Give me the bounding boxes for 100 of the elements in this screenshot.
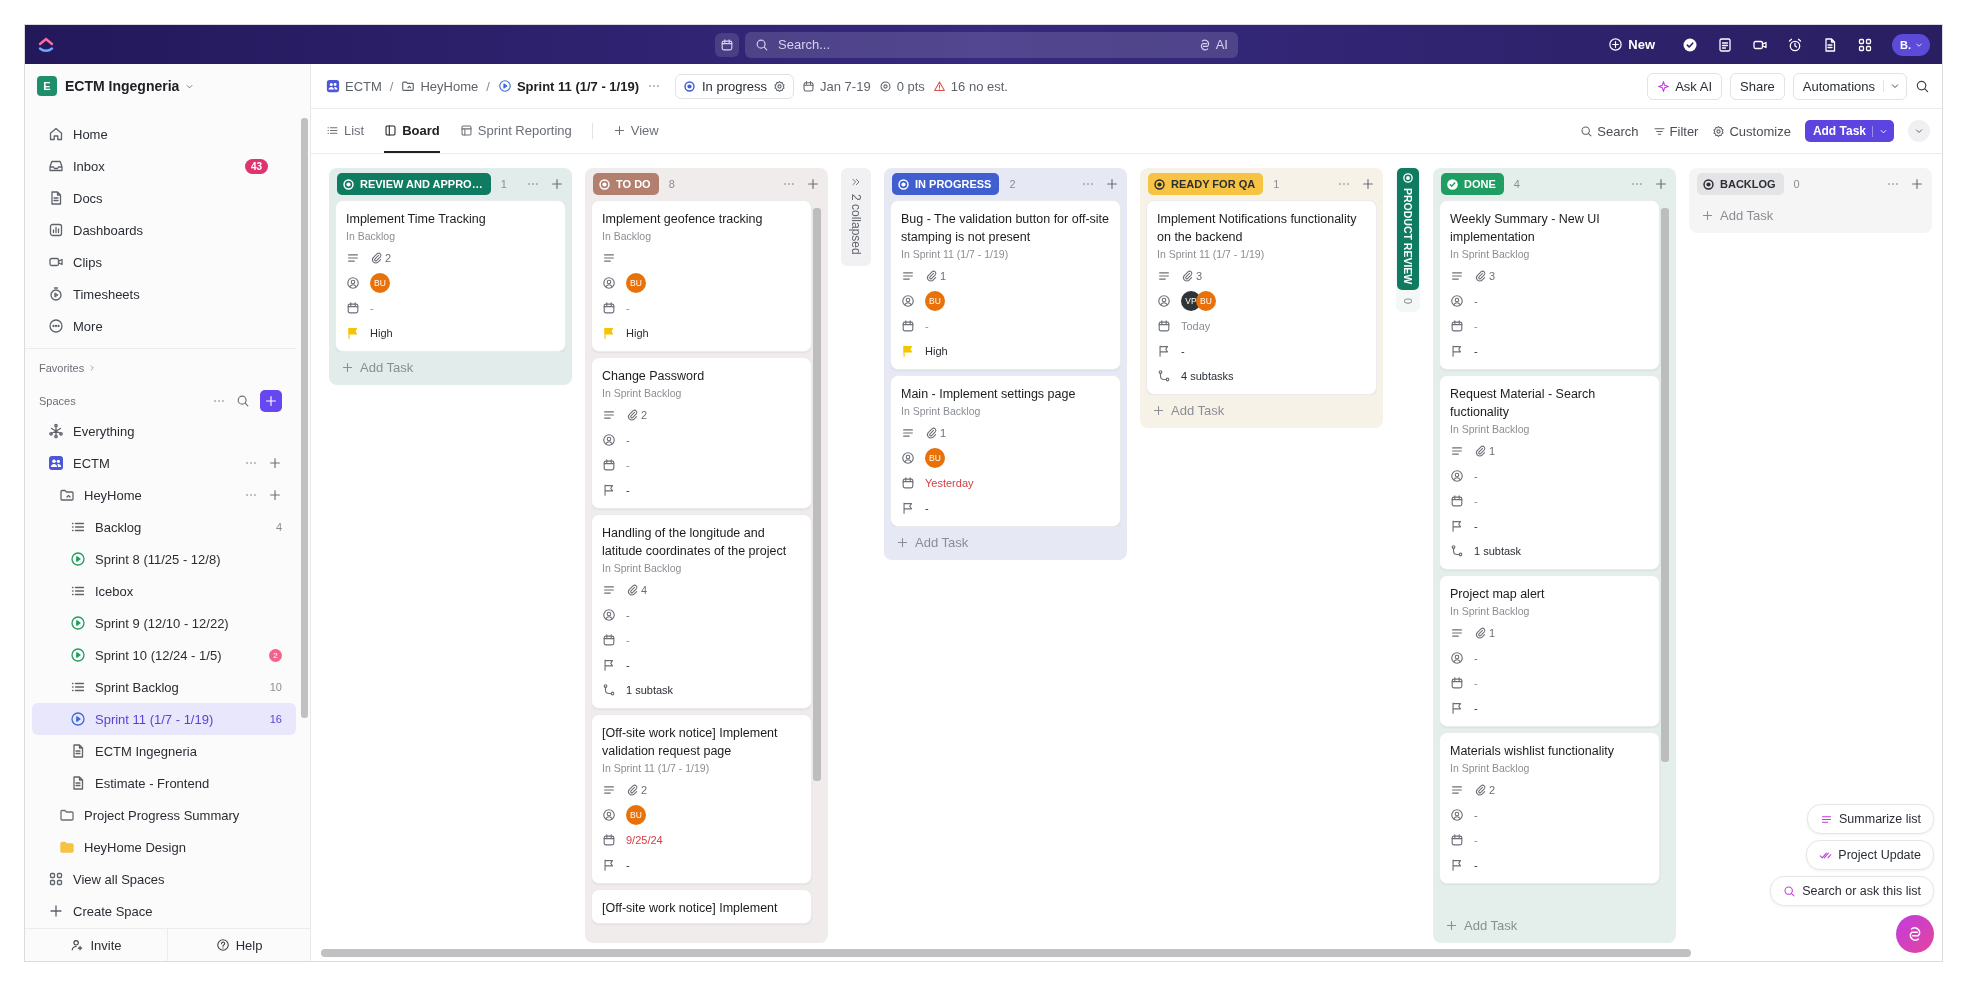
sidebar-item[interactable]: HeyHome Design — [32, 831, 296, 863]
subtask-icon — [1157, 368, 1171, 383]
collapsed-columns[interactable]: 2 collapsed — [841, 168, 871, 266]
plus-icon[interactable] — [1361, 177, 1375, 191]
status-pill[interactable]: REVIEW AND APPRO… — [337, 173, 491, 195]
apps-icon[interactable] — [1857, 36, 1873, 53]
logo-icon[interactable] — [37, 35, 55, 54]
search-icon[interactable] — [236, 393, 250, 408]
search-icon[interactable] — [1915, 78, 1930, 94]
nav-item[interactable]: Dashboards — [32, 214, 282, 246]
help-button[interactable]: Help — [167, 929, 310, 961]
task-card[interactable]: [Off-site work notice] Implement validation request page In Sprint 11 (1/7 - 1/19) 2 BU 9/25/24 - — [591, 714, 812, 884]
date-range[interactable]: Jan 7-19 — [802, 78, 871, 94]
task-card[interactable]: Project map alert In Sprint Backlog 1 - - - — [1439, 575, 1660, 727]
status-pill[interactable]: PRODUCT REVIEW — [1397, 168, 1419, 291]
notepad-icon[interactable] — [1717, 36, 1733, 53]
task-card[interactable]: Request Material - Search fuctionality In Sprint Backlog 1 - - - 1 subtask — [1439, 375, 1660, 570]
ai-button[interactable]: AI — [1197, 37, 1228, 52]
scrollbar[interactable] — [301, 118, 308, 718]
plus-icon[interactable] — [268, 488, 282, 502]
task-card[interactable]: Materials wishlist functionality In Sprint Backlog 2 - - - — [1439, 732, 1660, 884]
status-pill[interactable]: IN PROGRESS — [892, 173, 1000, 195]
sidebar-item[interactable]: ECTM Ingegneria — [32, 735, 296, 767]
status-pill[interactable]: READY FOR QA — [1148, 173, 1264, 195]
view-tab[interactable]: Board — [384, 109, 440, 153]
sidebar-item[interactable]: Icebox — [32, 575, 296, 607]
task-card[interactable]: Change Password In Sprint Backlog 2 - - - — [591, 357, 812, 509]
check-circle-icon[interactable] — [1682, 36, 1698, 53]
plus-icon[interactable] — [1654, 177, 1668, 191]
sidebar-item[interactable]: Backlog 4 — [32, 511, 296, 543]
sidebar-item[interactable]: ECTM — [32, 447, 296, 479]
task-title: Bug - The validation button for off-site stamping is not present — [901, 211, 1110, 246]
breadcrumb-link[interactable]: Sprint 11 (1/7 - 1/19) — [497, 78, 639, 94]
sidebar-item[interactable]: Sprint 11 (1/7 - 1/19) 16 — [32, 703, 296, 735]
plus-icon[interactable] — [806, 177, 820, 191]
plus-icon[interactable] — [550, 177, 564, 191]
task-card[interactable]: Bug - The validation button for off-site stamping is not present In Sprint 11 (1/7 - 1/19) 1 BU - High — [890, 200, 1121, 370]
nav-item[interactable]: Inbox 43 — [32, 150, 282, 182]
plus-icon[interactable] — [1910, 177, 1924, 191]
scrollbar[interactable] — [321, 949, 1691, 957]
sidebar-link[interactable]: Create Space — [32, 895, 296, 927]
sidebar-item[interactable]: Sprint 8 (11/25 - 12/8) — [32, 543, 296, 575]
ai-assistant-button[interactable] — [1896, 915, 1934, 953]
search-field[interactable]: Search... AI — [745, 31, 1238, 58]
nav-item[interactable]: More — [32, 310, 282, 342]
paperclip-icon — [1474, 269, 1487, 282]
sidebar-item[interactable]: Estimate - Frontend — [32, 767, 296, 799]
new-button[interactable]: New — [1608, 37, 1655, 52]
favorites-toggle[interactable]: Favorites — [39, 361, 98, 374]
status-pill[interactable]: BACKLOG — [1697, 173, 1784, 195]
assistant-action[interactable]: Search or ask this list — [1770, 876, 1934, 906]
view-tab[interactable]: List — [326, 109, 365, 153]
sidebar-item[interactable]: Project Progress Summary — [32, 799, 296, 831]
breadcrumb-link[interactable]: ECTM — [326, 78, 382, 94]
workspace-switcher[interactable]: ECTM Ingegneria — [65, 78, 196, 94]
document-icon[interactable] — [1822, 36, 1838, 53]
task-card[interactable]: Implement Notifications functionality on the backend In Sprint 11 (1/7 - 1/19) 3 VP BU Today - 4 subtasks — [1146, 200, 1377, 395]
task-card[interactable]: Implement Time Tracking In Backlog 2 BU - High — [335, 200, 566, 352]
ask-ai-button[interactable]: Ask AI — [1647, 72, 1723, 100]
sidebar-link[interactable]: View all Spaces — [32, 863, 296, 895]
nav-item[interactable]: Docs — [32, 182, 282, 214]
toolbar-button[interactable]: Filter — [1652, 123, 1699, 139]
task-card[interactable]: Handling of the longitude and latitude coordinates of the project In Sprint Backlog 4 - - - 1 subtask — [591, 514, 812, 709]
collapse-button[interactable] — [1908, 120, 1930, 142]
user-avatar[interactable]: B. — [1892, 33, 1930, 56]
alarm-clock-icon[interactable] — [1787, 36, 1803, 53]
subtask-count[interactable]: 1 subtask — [626, 683, 674, 696]
assistant-action[interactable]: Summarize list — [1807, 804, 1934, 834]
toolbar-button[interactable]: Search — [1580, 123, 1639, 139]
nav-item[interactable]: Home — [32, 118, 282, 150]
plus-icon[interactable] — [1105, 177, 1119, 191]
sidebar-item[interactable]: Sprint 10 (12/24 - 1/5) 2 — [32, 639, 296, 671]
sidebar-item[interactable]: Sprint 9 (12/10 - 12/22) — [32, 607, 296, 639]
sidebar-item[interactable]: HeyHome — [32, 479, 296, 511]
add-space-button[interactable] — [260, 389, 282, 412]
task-card[interactable]: Weekly Summary - New UI implementation In Sprint Backlog 3 - - - — [1439, 200, 1660, 370]
sidebar-item[interactable]: Sprint Backlog 10 — [32, 671, 296, 703]
subtask-count[interactable]: 1 subtask — [1474, 544, 1522, 557]
assignee-value: - — [626, 608, 630, 621]
breadcrumb-link[interactable]: HeyHome — [401, 78, 479, 94]
nav-item[interactable]: Timesheets — [32, 278, 282, 310]
assistant-action[interactable]: Project Update — [1806, 840, 1934, 870]
toolbar-button[interactable]: Customize — [1712, 123, 1791, 139]
nav-item[interactable]: Clips — [32, 246, 282, 278]
add-task-button[interactable]: Add Task — [1804, 120, 1894, 142]
scrollbar[interactable] — [813, 208, 821, 782]
invite-button[interactable]: Invite — [25, 929, 167, 961]
task-card[interactable]: Main - Implement settings page In Sprint Backlog 1 BU Yesterday - — [890, 375, 1121, 527]
scrollbar[interactable] — [1661, 208, 1669, 762]
task-card[interactable]: [Off-site work notice] Implement — [591, 889, 812, 924]
sidebar-item[interactable]: Everything — [32, 415, 296, 447]
status-chip[interactable]: In progress — [675, 73, 795, 99]
task-card[interactable]: Implement geofence tracking In Backlog BU - High — [591, 200, 812, 352]
share-button[interactable]: Share — [1730, 72, 1785, 100]
calendar-button[interactable] — [715, 32, 739, 57]
add-view-button[interactable]: View — [612, 109, 659, 153]
view-tab[interactable]: Sprint Reporting — [459, 109, 572, 153]
subtask-count[interactable]: 4 subtasks — [1181, 369, 1234, 382]
automations-button[interactable]: Automations — [1792, 72, 1907, 100]
plus-icon[interactable] — [268, 456, 282, 470]
